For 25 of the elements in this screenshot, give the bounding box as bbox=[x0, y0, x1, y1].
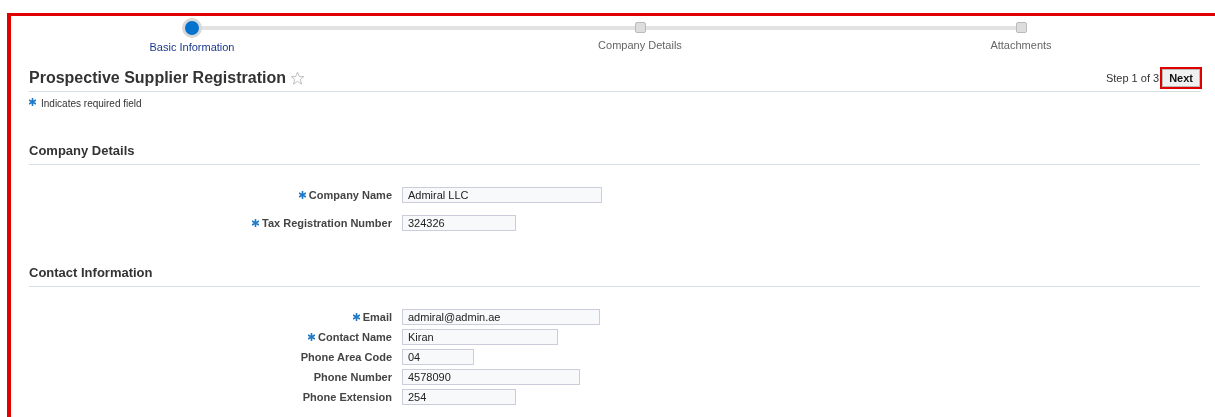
text-field[interactable]: Kiran bbox=[402, 329, 558, 345]
step-indicator: Step 1 of 3 bbox=[1105, 72, 1160, 84]
field-label: Phone Number bbox=[313, 371, 392, 383]
text-field[interactable]: 324326 bbox=[402, 215, 516, 231]
text-field[interactable]: Admiral LLC bbox=[402, 187, 602, 203]
field-label: Contact Name bbox=[318, 331, 392, 343]
field-label: Phone Area Code bbox=[300, 351, 392, 363]
field-label: Company Name bbox=[308, 189, 392, 201]
field-label: Phone Extension bbox=[302, 391, 392, 403]
train-step[interactable]: Attachments bbox=[946, 18, 1096, 69]
text-field[interactable]: 04 bbox=[402, 349, 474, 365]
field-label: Email bbox=[362, 311, 392, 323]
text-field[interactable]: 254 bbox=[402, 389, 516, 405]
text-field[interactable]: admiral@admin.ae bbox=[402, 309, 600, 325]
train-step[interactable]: Basic Information bbox=[117, 18, 267, 69]
asterisk-icon bbox=[29, 98, 36, 106]
text-field[interactable]: 4578090 bbox=[402, 369, 580, 385]
train-step[interactable]: Company Details bbox=[565, 18, 715, 69]
next-button[interactable]: Next bbox=[1162, 69, 1200, 87]
field-label: Tax Registration Number bbox=[262, 217, 392, 229]
star-icon[interactable] bbox=[289, 70, 305, 86]
required-note: Indicates required field bbox=[41, 98, 142, 109]
section-heading: Company Details bbox=[29, 143, 1200, 165]
page-title: Prospective Supplier Registration bbox=[29, 69, 286, 87]
section-heading: Contact Information bbox=[29, 265, 1200, 287]
